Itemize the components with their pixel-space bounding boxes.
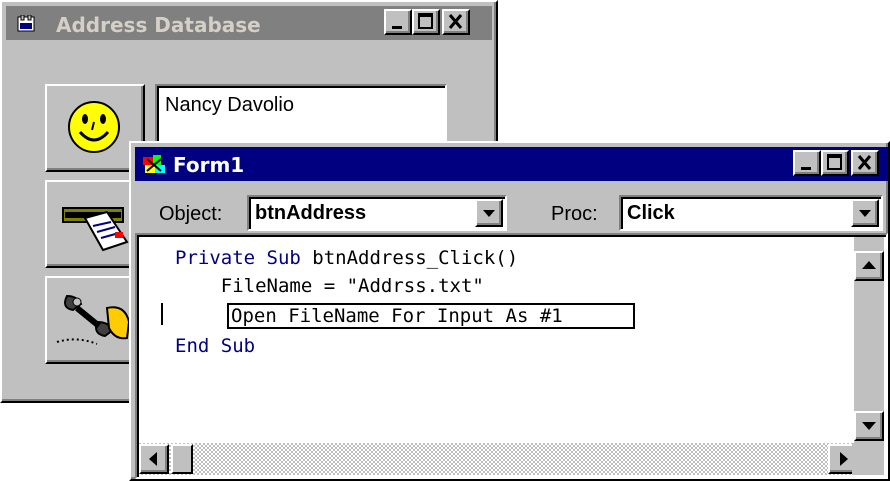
minimize-button[interactable]	[384, 9, 412, 35]
scroll-up-button[interactable]	[854, 251, 884, 281]
form1-code-window: Form1 Object: btnAddress Proc: Click Pri…	[129, 141, 890, 481]
chevron-down-icon	[483, 210, 495, 217]
arrow-up-icon	[862, 261, 876, 269]
chevron-down-icon	[859, 210, 871, 217]
object-dropdown-button[interactable]	[475, 199, 503, 227]
maximize-button[interactable]	[412, 9, 440, 35]
horizontal-scrollbar[interactable]	[139, 443, 858, 475]
scrollbar-corner	[852, 443, 884, 475]
minimize-button[interactable]	[793, 150, 821, 176]
maximize-button[interactable]	[821, 150, 849, 176]
window-title: Address Database	[56, 13, 261, 37]
form1-titlebar[interactable]: Form1	[135, 147, 888, 181]
proc-value: Click	[627, 202, 675, 224]
close-icon	[448, 14, 463, 29]
scroll-left-button[interactable]	[139, 444, 169, 474]
name-field[interactable]: Nancy Davolio	[155, 84, 447, 144]
maximize-icon	[418, 13, 433, 29]
name-value: Nancy Davolio	[165, 94, 294, 116]
scroll-thumb[interactable]	[171, 444, 193, 474]
proc-label: Proc:	[551, 203, 598, 225]
address-database-titlebar[interactable]: Address Database	[6, 6, 492, 40]
window-title: Form1	[173, 153, 245, 177]
scroll-down-button[interactable]	[854, 411, 884, 441]
code-line-4: End Sub	[175, 335, 256, 357]
object-value: btnAddress	[255, 202, 367, 224]
proc-combobox[interactable]: Click	[619, 195, 883, 231]
proc-dropdown-button[interactable]	[851, 199, 879, 227]
arrow-left-icon	[149, 452, 157, 466]
vertical-scrollbar[interactable]	[854, 237, 884, 443]
code-editor[interactable]: Private Sub btnAddress_Click() FileName …	[135, 233, 888, 479]
close-button[interactable]	[851, 150, 879, 176]
close-button[interactable]	[442, 9, 470, 35]
minimize-icon	[801, 167, 811, 170]
window-app-icon	[16, 14, 36, 38]
arrow-down-icon	[862, 422, 876, 430]
maximize-icon	[827, 154, 842, 170]
code-line-2: FileName = "Addrss.txt"	[175, 275, 484, 297]
text-cursor	[161, 303, 163, 325]
code-line-1: Private Sub btnAddress_Click()	[175, 247, 519, 269]
minimize-icon	[392, 26, 402, 29]
code-text-area[interactable]: Private Sub btnAddress_Click() FileName …	[139, 237, 858, 443]
object-label: Object:	[159, 203, 223, 225]
vb-form-icon	[143, 155, 167, 180]
code-line-3: Open FileName For Input As #1	[231, 305, 563, 327]
close-icon	[857, 155, 872, 170]
object-combobox[interactable]: btnAddress	[247, 195, 507, 231]
